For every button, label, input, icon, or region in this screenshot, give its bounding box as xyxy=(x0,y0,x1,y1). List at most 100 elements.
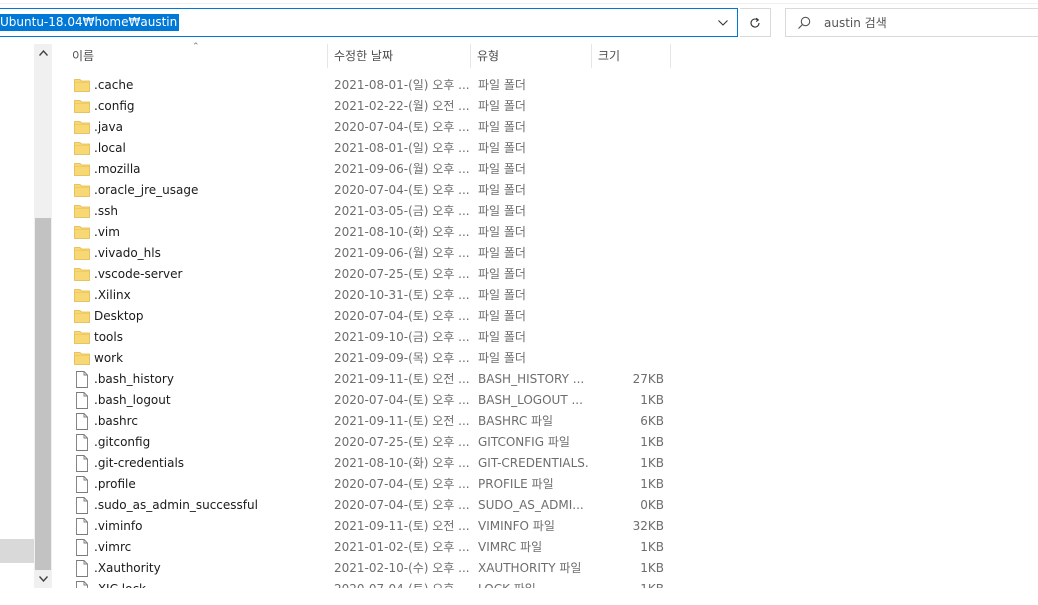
file-date: 2021-09-11-(토) 오전 ... xyxy=(334,372,469,386)
file-type: LOCK 파일 xyxy=(478,579,588,588)
folder-icon xyxy=(74,182,90,199)
scroll-down-button[interactable] xyxy=(34,570,52,588)
search-box[interactable] xyxy=(785,8,1038,37)
file-date: 2021-09-11-(토) 오전 ... xyxy=(334,519,469,533)
top-edge xyxy=(0,0,1038,4)
chevron-down-icon xyxy=(38,576,48,582)
file-type: 파일 폴더 xyxy=(478,162,526,176)
file-type: 파일 폴더 xyxy=(478,330,526,344)
file-date: 2020-07-04-(토) 오후 ... xyxy=(334,393,469,407)
file-row[interactable]: .bashrc 2021-09-11-(토) 오전 ... BASHRC 파일 6KB xyxy=(52,411,1038,432)
file-type: 파일 폴더 xyxy=(478,120,526,134)
file-row[interactable]: .mozilla 2021-09-06-(월) 오후 ... 파일 폴더 xyxy=(52,159,1038,180)
file-size xyxy=(592,348,664,369)
file-size xyxy=(592,201,664,222)
file-size: 27KB xyxy=(632,372,664,386)
nav-pane-scrollbar[interactable] xyxy=(34,44,52,588)
file-type: 파일 폴더 xyxy=(478,225,526,239)
file-name: .cache xyxy=(94,78,134,92)
folder-icon xyxy=(74,245,90,262)
file-name: .config xyxy=(94,99,135,113)
file-type: 파일 폴더 xyxy=(478,141,526,155)
file-type: SUDO_AS_ADMI... xyxy=(478,498,584,512)
file-row[interactable]: tools 2021-09-10-(금) 오후 ... 파일 폴더 xyxy=(52,327,1038,348)
file-date: 2021-09-06-(월) 오후 ... xyxy=(334,162,469,176)
column-header-size[interactable]: 크기 xyxy=(592,44,670,68)
file-icon xyxy=(74,413,90,430)
file-type: 파일 폴더 xyxy=(478,267,526,281)
file-type: 파일 폴더 xyxy=(478,183,526,197)
file-icon xyxy=(74,560,90,577)
file-icon xyxy=(74,518,90,535)
file-row[interactable]: .vim 2021-08-10-(화) 오후 ... 파일 폴더 xyxy=(52,222,1038,243)
file-type: BASH_LOGOUT ... xyxy=(478,393,583,407)
scroll-thumb[interactable] xyxy=(35,218,51,570)
file-size: 6KB xyxy=(640,414,664,428)
address-history-dropdown-button[interactable] xyxy=(709,9,737,36)
file-icon xyxy=(74,455,90,472)
file-name: .mozilla xyxy=(94,162,141,176)
file-date: 2021-02-22-(월) 오전 ... xyxy=(334,99,469,113)
folder-icon xyxy=(74,329,90,346)
file-row[interactable]: .profile 2020-07-04-(토) 오후 ... PROFILE 파일 1… xyxy=(52,474,1038,495)
search-icon xyxy=(798,16,811,29)
file-name: .Xauthority xyxy=(94,561,161,575)
file-name: .vim xyxy=(94,225,120,239)
file-row[interactable]: .git-credentials 2021-08-10-(화) 오후 ... GIT… xyxy=(52,453,1038,474)
file-row[interactable]: .cache 2021-08-01-(일) 오후 ... 파일 폴더 xyxy=(52,75,1038,96)
file-row[interactable]: .vscode-server 2020-07-25-(토) 오후 ... 파일 폴더 xyxy=(52,264,1038,285)
file-icon xyxy=(74,539,90,556)
file-icon xyxy=(74,434,90,451)
file-size xyxy=(592,306,664,327)
file-row[interactable]: .XIC.lock 2020-07-04-(토) 오후 ... LOCK 파일 1KB xyxy=(52,579,1038,588)
file-row[interactable]: .sudo_as_admin_successful 2020-07-04-(토) … xyxy=(52,495,1038,516)
nav-pane-selected-item[interactable] xyxy=(0,539,34,563)
file-size xyxy=(592,75,664,96)
file-type: 파일 폴더 xyxy=(478,309,526,323)
file-row[interactable]: .config 2021-02-22-(월) 오전 ... 파일 폴더 xyxy=(52,96,1038,117)
file-date: 2020-07-04-(토) 오후 ... xyxy=(334,309,469,323)
file-type: VIMINFO 파일 xyxy=(478,519,555,533)
file-row[interactable]: .vivado_hls 2021-09-06-(월) 오후 ... 파일 폴더 xyxy=(52,243,1038,264)
file-date: 2020-07-04-(토) 오후 ... xyxy=(334,477,469,491)
folder-icon xyxy=(74,266,90,283)
file-row[interactable]: .oracle_jre_usage 2020-07-04-(토) 오후 ... 파일… xyxy=(52,180,1038,201)
file-name: .local xyxy=(94,141,126,155)
column-header-name[interactable]: 이름 xyxy=(66,44,326,68)
file-row[interactable]: .vimrc 2021-01-02-(토) 오후 ... VIMRC 파일 1KB xyxy=(52,537,1038,558)
file-row[interactable]: .Xauthority 2021-02-10-(수) 오후 ... XAUTHORI… xyxy=(52,558,1038,579)
column-header-type[interactable]: 유형 xyxy=(471,44,591,68)
file-row[interactable]: .Xilinx 2020-10-31-(토) 오후 ... 파일 폴더 xyxy=(52,285,1038,306)
address-bar[interactable]: Ubuntu-18.04₩home₩austin xyxy=(0,8,738,37)
folder-icon xyxy=(74,203,90,220)
refresh-button[interactable] xyxy=(740,8,771,37)
file-row[interactable]: .gitconfig 2020-07-25-(토) 오후 ... GITCONFIG… xyxy=(52,432,1038,453)
file-row[interactable]: .bash_history 2021-09-11-(토) 오전 ... BASH_H… xyxy=(52,369,1038,390)
file-type: VIMRC 파일 xyxy=(478,540,543,554)
folder-icon xyxy=(74,98,90,115)
file-type: GIT-CREDENTIALS... xyxy=(478,456,588,470)
file-row[interactable]: work 2021-09-09-(목) 오후 ... 파일 폴더 xyxy=(52,348,1038,369)
column-divider[interactable] xyxy=(670,44,671,68)
column-header-date[interactable]: 수정한 날짜 xyxy=(328,44,470,68)
file-size: 0KB xyxy=(640,498,664,512)
file-name: .XIC.lock xyxy=(94,579,324,588)
file-date: 2021-08-01-(일) 오후 ... xyxy=(334,78,469,92)
file-date: 2021-09-11-(토) 오전 ... xyxy=(334,414,469,428)
file-type: 파일 폴더 xyxy=(478,246,526,260)
file-row[interactable]: .java 2020-07-04-(토) 오후 ... 파일 폴더 xyxy=(52,117,1038,138)
folder-icon xyxy=(74,308,90,325)
file-row[interactable]: .bash_logout 2020-07-04-(토) 오후 ... BASH_LO… xyxy=(52,390,1038,411)
address-path-selected[interactable]: Ubuntu-18.04₩home₩austin xyxy=(0,14,180,31)
search-input[interactable] xyxy=(824,14,1024,32)
file-row[interactable]: .viminfo 2021-09-11-(토) 오전 ... VIMINFO 파일 3… xyxy=(52,516,1038,537)
file-size: 1KB xyxy=(640,477,664,491)
file-icon xyxy=(74,497,90,514)
file-row[interactable]: Desktop 2020-07-04-(토) 오후 ... 파일 폴더 xyxy=(52,306,1038,327)
file-row[interactable]: .ssh 2021-03-05-(금) 오후 ... 파일 폴더 xyxy=(52,201,1038,222)
file-size xyxy=(592,243,664,264)
scroll-up-button[interactable] xyxy=(34,44,52,62)
file-name: .bash_logout xyxy=(94,393,171,407)
file-row[interactable]: .local 2021-08-01-(일) 오후 ... 파일 폴더 xyxy=(52,138,1038,159)
file-date: 2021-02-10-(수) 오후 ... xyxy=(334,561,469,575)
